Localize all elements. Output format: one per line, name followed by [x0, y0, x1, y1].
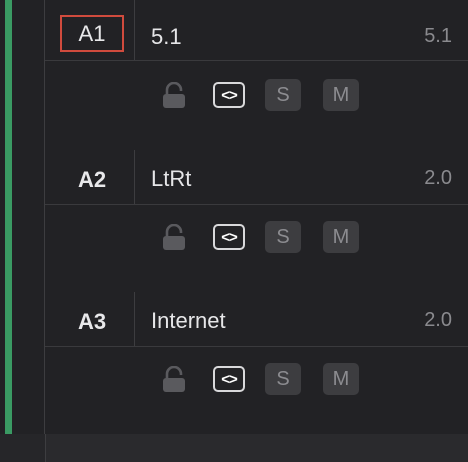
track-color-bar [5, 150, 12, 292]
code-icon: <> [221, 86, 238, 104]
link-toggle-button[interactable]: <> [213, 366, 245, 392]
code-icon: <> [221, 370, 238, 388]
track-color-bar [5, 292, 12, 434]
left-divider [44, 292, 45, 434]
solo-button[interactable]: S [265, 221, 301, 253]
id-divider [134, 150, 135, 204]
solo-button[interactable]: S [265, 79, 301, 111]
lock-icon[interactable] [162, 223, 186, 250]
audio-track-header-panel: A1 5.1 5.1 <> S M A2 LtRt 2.0 <> S M A3 … [0, 0, 468, 462]
track-name[interactable]: 5.1 [151, 24, 182, 50]
track-format: 5.1 [424, 25, 452, 47]
track-name[interactable]: LtRt [151, 166, 191, 192]
audio-track-a3[interactable]: A3 Internet 2.0 <> S M [0, 292, 468, 435]
track-id-badge[interactable]: A2 [60, 167, 124, 193]
footer-left-cell [0, 434, 46, 462]
left-divider [44, 0, 45, 150]
lock-icon[interactable] [162, 81, 186, 108]
track-list-footer [0, 434, 468, 462]
row-divider [45, 204, 468, 205]
track-controls: <> S M [162, 79, 381, 111]
track-id-badge[interactable]: A1 [60, 15, 124, 52]
lock-icon[interactable] [162, 365, 186, 392]
solo-button[interactable]: S [265, 363, 301, 395]
audio-track-a1[interactable]: A1 5.1 5.1 <> S M [0, 0, 468, 151]
left-divider [44, 150, 45, 292]
audio-track-a2[interactable]: A2 LtRt 2.0 <> S M [0, 150, 468, 293]
link-toggle-button[interactable]: <> [213, 82, 245, 108]
mute-button[interactable]: M [323, 221, 359, 253]
track-controls: <> S M [162, 221, 381, 253]
track-name[interactable]: Internet [151, 308, 226, 334]
link-toggle-button[interactable]: <> [213, 224, 245, 250]
row-divider [45, 60, 468, 61]
track-color-bar [5, 0, 12, 150]
row-divider [45, 346, 468, 347]
code-icon: <> [221, 228, 238, 246]
track-id-badge[interactable]: A3 [60, 309, 124, 335]
id-divider [134, 292, 135, 346]
track-controls: <> S M [162, 363, 381, 395]
id-divider [134, 0, 135, 60]
mute-button[interactable]: M [323, 79, 359, 111]
mute-button[interactable]: M [323, 363, 359, 395]
track-format: 2.0 [424, 167, 452, 189]
track-format: 2.0 [424, 309, 452, 331]
